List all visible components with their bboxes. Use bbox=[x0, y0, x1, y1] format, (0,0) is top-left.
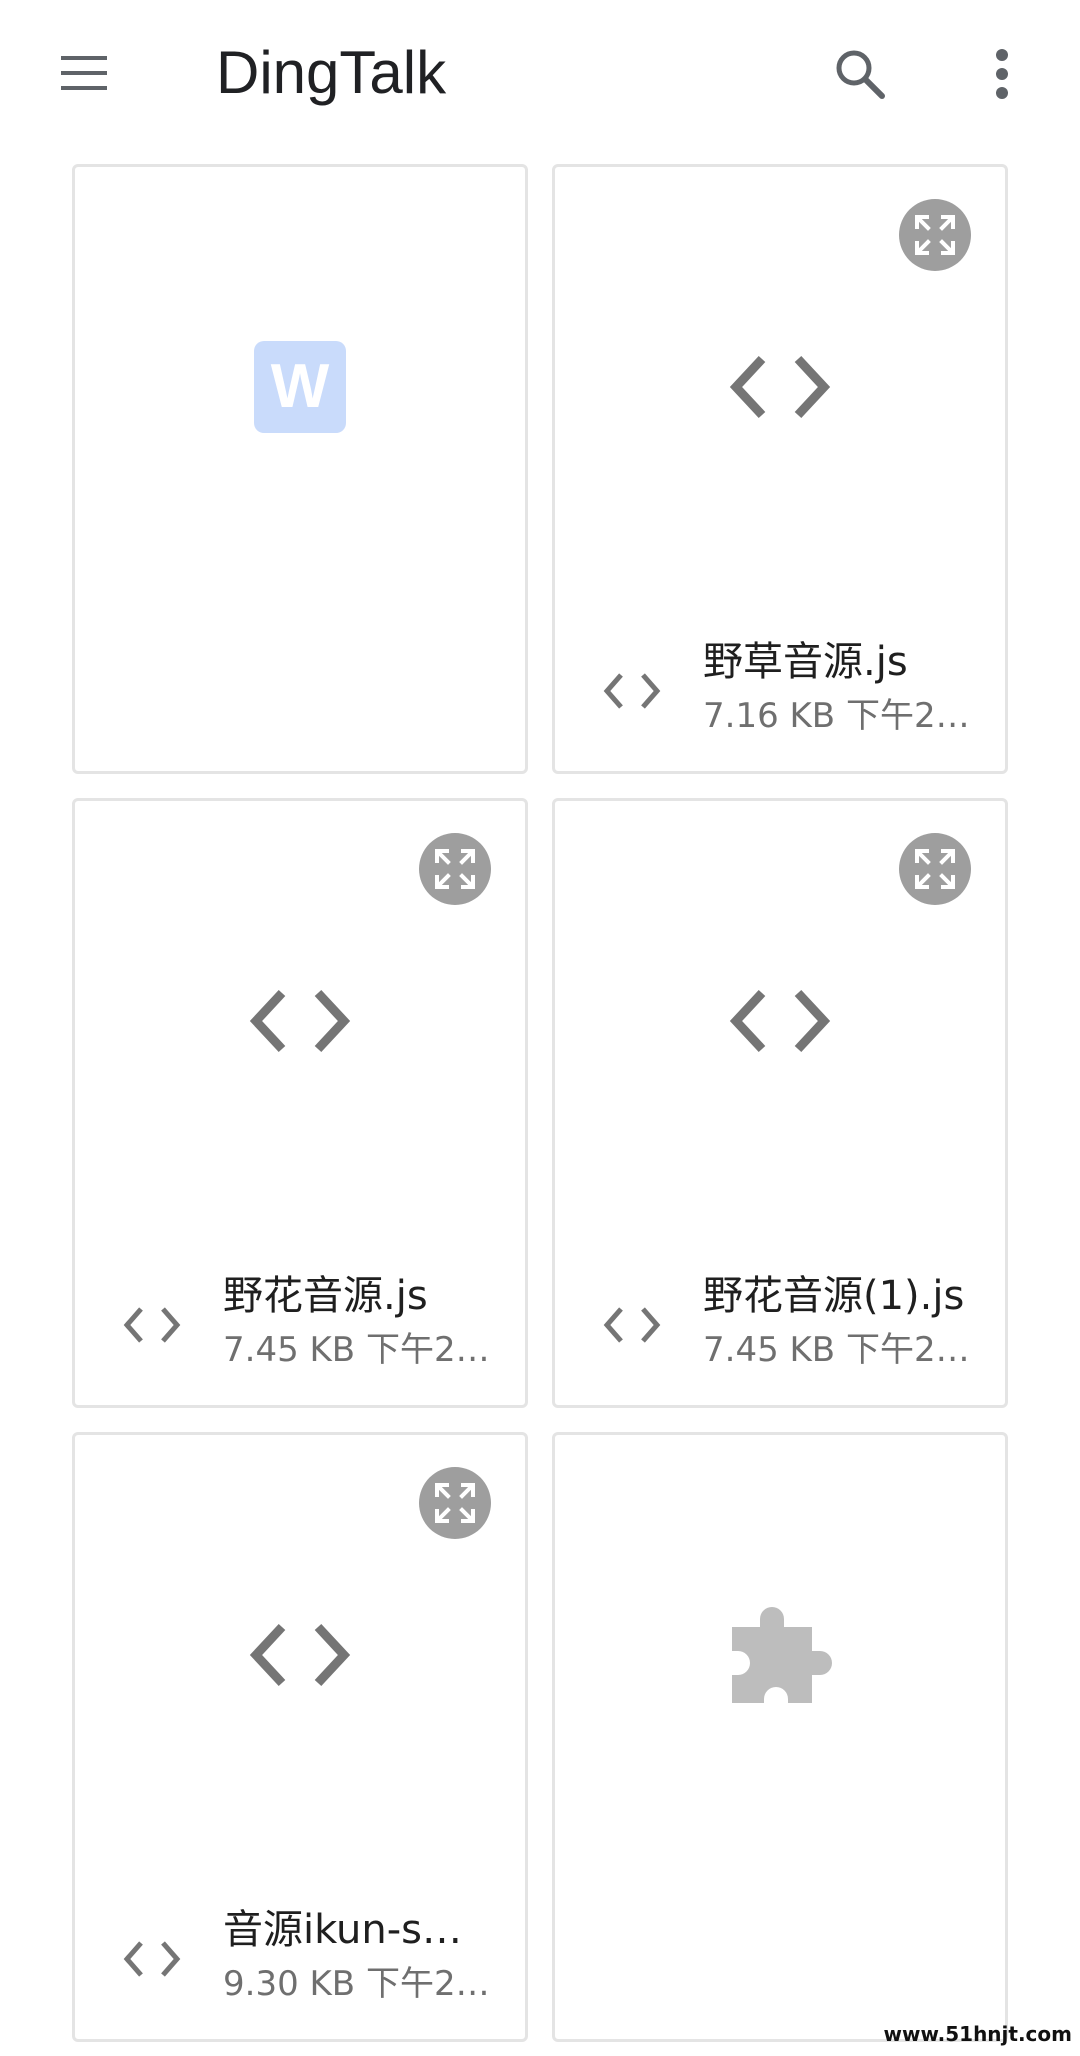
file-card[interactable] bbox=[552, 1432, 1008, 2042]
search-icon bbox=[836, 50, 885, 99]
file-name: 野草音源.js bbox=[703, 639, 908, 685]
file-preview bbox=[555, 801, 1005, 1241]
file-preview bbox=[75, 801, 525, 1241]
app-bar: DingTalk bbox=[0, 0, 1080, 148]
app-title: DingTalk bbox=[216, 39, 447, 106]
file-info: 野草音源.js 7.16 KB 下午2… bbox=[555, 631, 1005, 751]
file-card[interactable]: 野草音源.js 7.16 KB 下午2… bbox=[552, 164, 1008, 774]
code-icon bbox=[599, 663, 665, 719]
puzzle-piece-icon bbox=[732, 1607, 832, 1703]
code-icon bbox=[729, 355, 831, 419]
watermark: www.51hnjt.com bbox=[883, 2022, 1072, 2046]
menu-icon bbox=[61, 56, 107, 90]
file-meta: 7.45 KB 下午2… bbox=[223, 1330, 490, 1370]
code-icon bbox=[599, 1297, 665, 1353]
word-icon: W bbox=[254, 341, 346, 433]
more-vert-icon bbox=[996, 49, 1008, 99]
code-icon bbox=[119, 1931, 185, 1987]
file-name: 野花音源(1).js bbox=[703, 1273, 965, 1319]
search-button[interactable] bbox=[820, 34, 900, 114]
file-preview bbox=[75, 1435, 525, 1875]
file-info: 野花音源.js 7.45 KB 下午2… bbox=[75, 1265, 525, 1385]
file-card[interactable]: W bbox=[72, 164, 528, 774]
file-meta: 7.16 KB 下午2… bbox=[703, 696, 970, 736]
file-info: 音源ikun-s… 9.30 KB 下午2… bbox=[75, 1899, 525, 2019]
file-preview: W bbox=[75, 167, 525, 607]
file-name: 野花音源.js bbox=[223, 1273, 428, 1319]
file-preview bbox=[555, 167, 1005, 607]
file-name: 音源ikun-s… bbox=[223, 1907, 463, 1953]
file-card[interactable]: 音源ikun-s… 9.30 KB 下午2… bbox=[72, 1432, 528, 2042]
menu-button[interactable] bbox=[44, 38, 124, 108]
file-meta: 9.30 KB 下午2… bbox=[223, 1964, 490, 2004]
code-icon bbox=[249, 1623, 351, 1687]
file-info: 野花音源(1).js 7.45 KB 下午2… bbox=[555, 1265, 1005, 1385]
code-icon bbox=[249, 989, 351, 1053]
more-options-button[interactable] bbox=[962, 34, 1042, 114]
code-icon bbox=[729, 989, 831, 1053]
file-card[interactable]: 野花音源(1).js 7.45 KB 下午2… bbox=[552, 798, 1008, 1408]
file-preview bbox=[555, 1435, 1005, 1875]
file-meta: 7.45 KB 下午2… bbox=[703, 1330, 970, 1370]
code-icon bbox=[119, 1297, 185, 1353]
file-card[interactable]: 野花音源.js 7.45 KB 下午2… bbox=[72, 798, 528, 1408]
